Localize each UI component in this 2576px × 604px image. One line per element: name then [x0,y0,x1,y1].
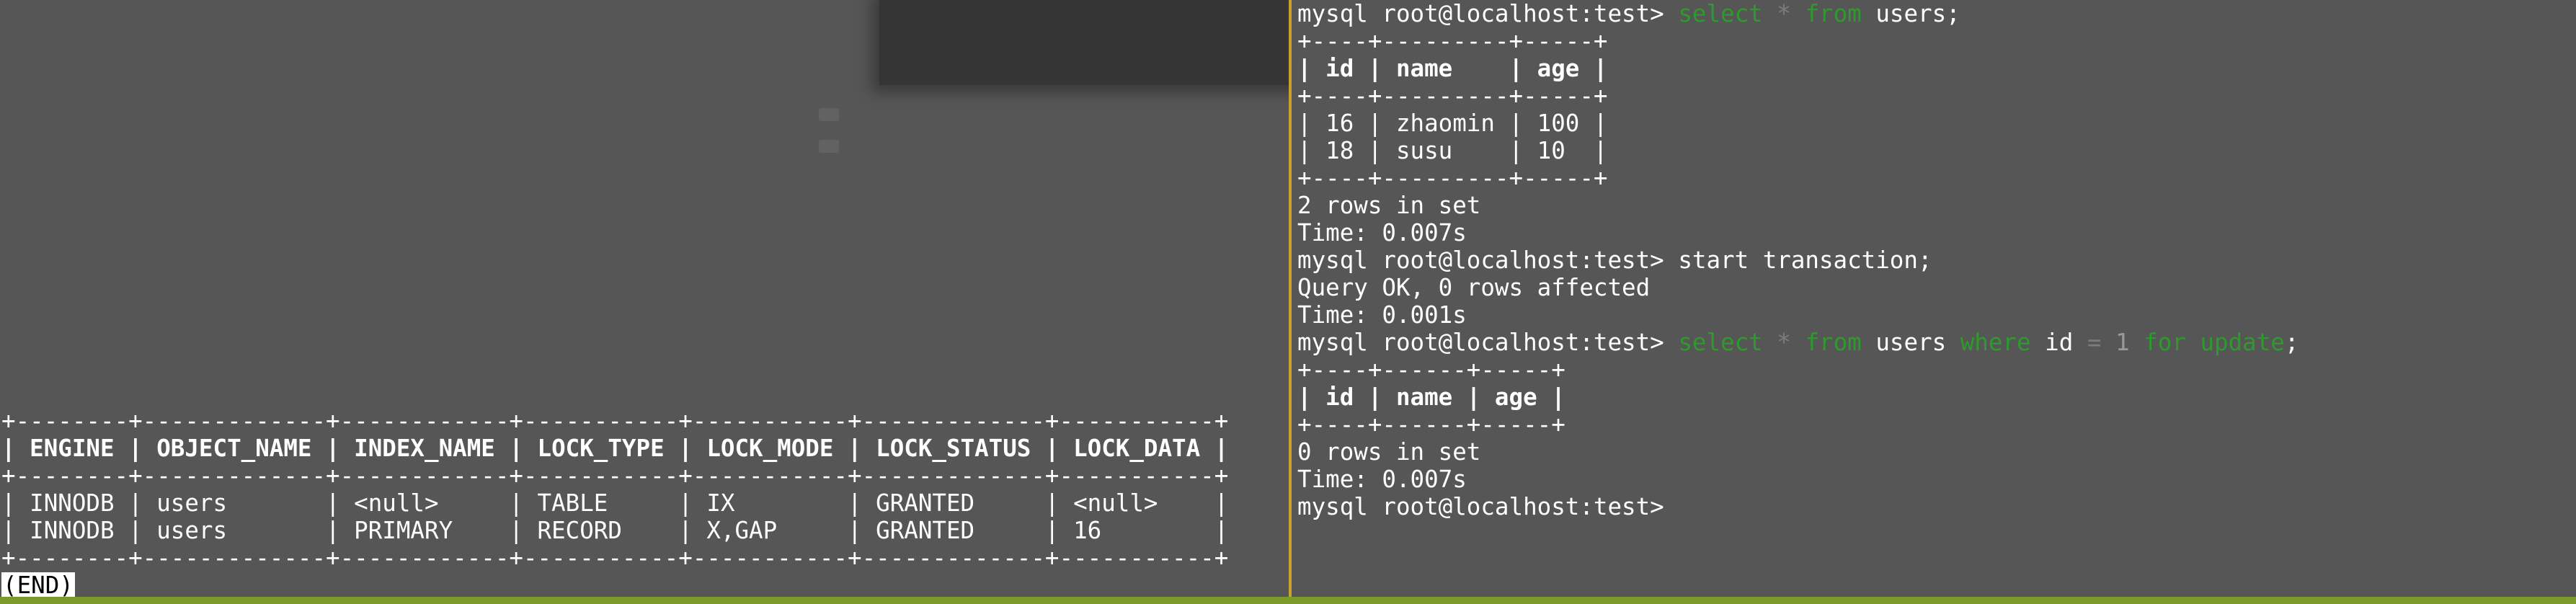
mysql-prompt: mysql root@localhost:test> [1297,329,1664,356]
sql-keyword: select [1678,0,1763,27]
sql-operator: = [2087,329,2102,356]
sql-terminator: ; [1946,0,1960,27]
sql-keyword: from [1805,0,1862,27]
table-border-mid: +--------+-------------+------------+---… [1,462,1229,489]
tmux-status-bar [0,597,2576,604]
sql-keyword: from [1805,329,1862,356]
sql-table-name: users [1875,0,1947,27]
command-line: mysql root@localhost:test> [1297,493,2299,520]
background-ghost-mark-icon [819,140,839,153]
command-line: mysql root@localhost:test> select * from… [1297,0,2299,27]
command-line: mysql root@localhost:test> select * from… [1297,329,2299,356]
result-border: +----+---------+-----+ [1297,82,1608,110]
table-row: | INNODB | users | <null> | TABLE | IX |… [1,489,1229,517]
result-row: | 16 | zhaomin | 100 | [1297,110,1608,137]
table-row: | INNODB | users | PRIMARY | RECORD | X,… [1,517,1229,544]
sql-column: id [2045,329,2074,356]
sql-terminator: ; [2284,329,2299,356]
table-header-row: | ENGINE | OBJECT_NAME | INDEX_NAME | LO… [1,435,1229,462]
command-line: mysql root@localhost:test> start transac… [1297,247,2299,274]
left-terminal-pane[interactable]: +--------+-------------+------------+---… [0,0,1289,597]
result-border: +----+------+-----+ [1297,411,1565,438]
background-window-ghost [879,0,1289,85]
table-border-top: +--------+-------------+------------+---… [1,407,1229,435]
mysql-prompt: mysql root@localhost:test> [1297,247,1664,274]
right-terminal-pane[interactable]: mysql root@localhost:test> select * from… [1292,0,2576,597]
background-ghost-mark-icon [819,108,839,121]
timing-info: Time: 0.001s [1297,301,1467,329]
table-border-bottom: +--------+-------------+------------+---… [1,544,1229,572]
result-border: +----+---------+-----+ [1297,27,1608,55]
result-header: | id | name | age | [1297,55,1608,82]
result-border: +----+---------+-----+ [1297,164,1608,192]
timing-info: Time: 0.007s [1297,219,1467,247]
lock-table-output: +--------+-------------+------------+---… [1,407,1228,597]
pager-end-marker: (END) [1,572,75,597]
timing-info: Time: 0.007s [1297,466,1467,493]
sql-keyword: where [1960,329,2031,356]
sql-command: start transaction; [1678,247,1932,274]
sql-keyword: for update [2144,329,2285,356]
sql-operator: * [1777,329,1791,356]
result-row: | 18 | susu | 10 | [1297,137,1608,164]
rows-info: 2 rows in set [1297,192,1481,219]
sql-keyword: select [1678,329,1763,356]
mysql-session-output: mysql root@localhost:test> select * from… [1297,0,2299,520]
sql-operator: * [1777,0,1791,27]
sql-table-name: users [1875,329,1947,356]
mysql-prompt: mysql root@localhost:test> [1297,0,1664,27]
result-border: +----+------+-----+ [1297,356,1565,383]
mysql-prompt[interactable]: mysql root@localhost:test> [1297,493,1664,520]
sql-number: 1 [2115,329,2130,356]
rows-info: 0 rows in set [1297,438,1481,466]
query-ok-info: Query OK, 0 rows affected [1297,274,1651,301]
result-header: | id | name | age | [1297,383,1565,411]
